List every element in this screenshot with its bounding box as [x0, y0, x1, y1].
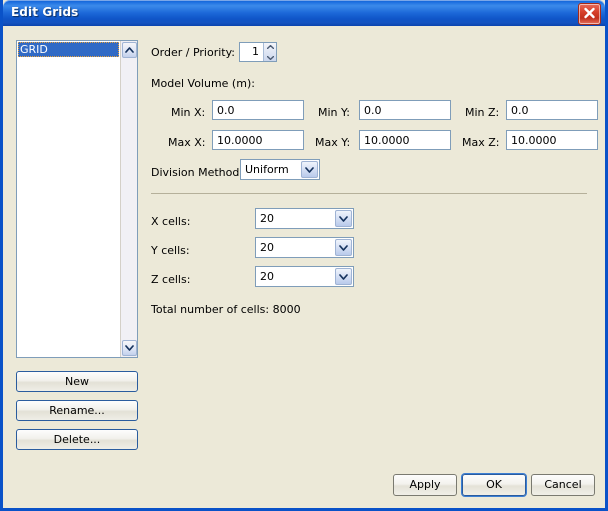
order-priority-value: 1	[240, 43, 262, 61]
max-z-label: Max Z:	[462, 136, 499, 149]
title-bar: Edit Grids	[3, 0, 605, 26]
spinner-down-icon[interactable]	[264, 56, 276, 65]
rename-button[interactable]: Rename...	[16, 400, 138, 421]
delete-button[interactable]: Delete...	[16, 429, 138, 450]
division-method-value: Uniform	[245, 160, 299, 179]
min-y-label: Min Y:	[318, 106, 350, 119]
min-x-label: Min X:	[171, 106, 205, 119]
division-method-select[interactable]: Uniform	[240, 159, 320, 180]
y-cells-select[interactable]: 20	[255, 237, 354, 258]
max-x-field[interactable]	[212, 130, 304, 150]
model-volume-label: Model Volume (m):	[151, 77, 255, 90]
total-cells-text: Total number of cells: 8000	[151, 303, 301, 316]
chevron-down-icon[interactable]	[335, 210, 352, 227]
x-cells-label: X cells:	[151, 215, 190, 228]
order-priority-spin-buttons[interactable]	[263, 43, 276, 61]
chevron-down-icon[interactable]	[335, 239, 352, 256]
min-z-label: Min Z:	[465, 106, 499, 119]
spinner-up-icon[interactable]	[264, 45, 276, 54]
min-z-field[interactable]	[506, 100, 598, 120]
min-x-field[interactable]	[212, 100, 304, 120]
max-y-label: Max Y:	[315, 136, 350, 149]
edit-grids-dialog: Edit Grids GRID New Rename... Delete... …	[0, 0, 608, 511]
chevron-down-icon[interactable]	[301, 161, 318, 178]
chevron-up-icon[interactable]	[122, 42, 137, 58]
ok-button[interactable]: OK	[462, 474, 526, 496]
max-x-label: Max X:	[168, 136, 205, 149]
section-separator	[151, 193, 587, 194]
cancel-button[interactable]: Cancel	[531, 474, 595, 496]
chevron-down-icon[interactable]	[122, 340, 137, 356]
z-cells-value: 20	[260, 267, 333, 286]
order-priority-label: Order / Priority:	[151, 46, 235, 59]
grid-list[interactable]: GRID	[16, 40, 138, 358]
close-icon[interactable]	[578, 3, 601, 25]
y-cells-label: Y cells:	[151, 244, 190, 257]
division-method-label: Division Method:	[151, 166, 243, 179]
y-cells-value: 20	[260, 238, 333, 257]
list-item[interactable]: GRID	[18, 42, 119, 57]
apply-button[interactable]: Apply	[393, 474, 457, 496]
x-cells-select[interactable]: 20	[255, 208, 354, 229]
order-priority-stepper[interactable]: 1	[239, 42, 277, 62]
max-z-field[interactable]	[506, 130, 598, 150]
grid-list-scrollbar[interactable]	[120, 41, 137, 357]
z-cells-label: Z cells:	[151, 273, 190, 286]
z-cells-select[interactable]: 20	[255, 266, 354, 287]
x-cells-value: 20	[260, 209, 333, 228]
new-button[interactable]: New	[16, 371, 138, 392]
chevron-down-icon[interactable]	[335, 268, 352, 285]
max-y-field[interactable]	[359, 130, 451, 150]
min-y-field[interactable]	[359, 100, 451, 120]
window-title: Edit Grids	[11, 5, 78, 19]
